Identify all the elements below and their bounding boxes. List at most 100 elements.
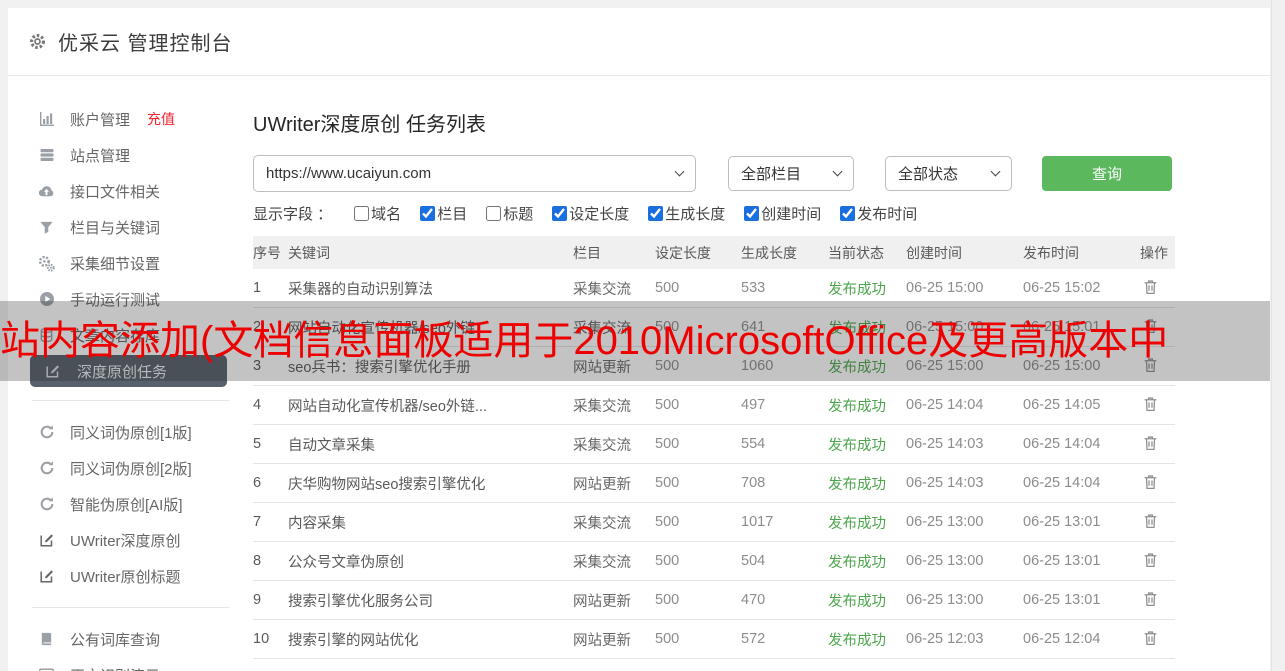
delete-task-button[interactable] xyxy=(1140,471,1161,496)
column-select-value: 全部栏目 xyxy=(741,166,802,183)
field-checkbox-设定长度[interactable]: 设定长度 xyxy=(552,203,629,224)
cell-published: 06-25 12:04 xyxy=(1023,631,1101,647)
cell-status: 发布成功 xyxy=(828,398,886,415)
field-checkbox-label: 创建时间 xyxy=(761,206,822,223)
sidebar-item-UWriter原创标题[interactable]: UWriter原创标题 xyxy=(8,558,253,594)
checkbox-input[interactable] xyxy=(552,206,568,221)
cell-no: 10 xyxy=(253,631,270,647)
cell-gen_len: 497 xyxy=(741,397,766,413)
checkbox-input[interactable] xyxy=(486,206,502,221)
app-title: 优采云 管理控制台 xyxy=(58,33,233,55)
chevron-down-icon xyxy=(674,166,685,177)
trash-icon xyxy=(1142,395,1159,413)
cell-keyword: 网站自动化宣传机器/seo外链... xyxy=(288,398,487,415)
site-select[interactable]: https://www.ucaiyun.com xyxy=(253,155,696,192)
table-header-cell: 操作 xyxy=(1140,244,1168,261)
cell-created: 06-25 12:03 xyxy=(906,631,984,647)
vertical-scrollbar[interactable] xyxy=(1271,0,1285,671)
table-row: 10 搜索引擎的网站优化 网站更新 500 572 发布成功 06-25 12:03 06-2… xyxy=(253,620,1175,659)
sidebar-item-接口文件相关[interactable]: 接口文件相关 xyxy=(8,173,253,209)
checkbox-input[interactable] xyxy=(840,206,856,221)
sidebar-item-账户管理[interactable]: 账户管理 充值 xyxy=(8,101,253,137)
refresh-icon xyxy=(38,424,55,440)
filter-icon xyxy=(38,220,55,235)
delete-task-button[interactable] xyxy=(1140,393,1161,418)
field-checkbox-label: 域名 xyxy=(371,206,402,223)
sidebar-item-label: 接口文件相关 xyxy=(70,183,161,201)
trash-icon xyxy=(1142,512,1159,530)
sidebar-item-同义词伪原创[1版][interactable]: 同义词伪原创[1版] xyxy=(8,414,253,450)
sidebar-item-label: 正文识别演示 xyxy=(70,665,160,671)
table-header-cell: 生成长度 xyxy=(741,244,797,261)
field-checkbox-域名[interactable]: 域名 xyxy=(354,203,401,224)
display-fields-row: 显示字段 ： 域名 栏目 标题 设定长度 生成长度 创建时间 发布时间 xyxy=(253,203,936,224)
field-checkbox-标题[interactable]: 标题 xyxy=(486,203,533,224)
cell-created: 06-25 14:03 xyxy=(906,475,984,491)
cell-column: 网站更新 xyxy=(573,593,631,610)
sidebar-item-label: 账户管理 xyxy=(70,111,131,129)
delete-task-button[interactable] xyxy=(1140,588,1161,613)
cell-status: 发布成功 xyxy=(828,593,886,610)
status-select[interactable]: 全部状态 xyxy=(885,156,1012,191)
field-checkbox-创建时间[interactable]: 创建时间 xyxy=(744,203,821,224)
field-checkbox-label: 标题 xyxy=(503,206,534,223)
trash-icon xyxy=(1142,278,1159,296)
sidebar-item-公有词库查询[interactable]: 公有词库查询 xyxy=(8,621,253,657)
field-checkbox-label: 发布时间 xyxy=(857,206,918,223)
cell-set_len: 500 xyxy=(655,514,680,530)
cell-column: 采集交流 xyxy=(573,281,631,298)
sidebar-item-同义词伪原创[2版][interactable]: 同义词伪原创[2版] xyxy=(8,450,253,486)
cell-created: 06-25 15:00 xyxy=(906,280,984,296)
cell-published: 06-25 14:04 xyxy=(1023,436,1101,452)
cell-set_len: 500 xyxy=(655,397,680,413)
table-header-cell: 设定长度 xyxy=(655,244,711,261)
display-fields-options: 域名 栏目 标题 设定长度 生成长度 创建时间 发布时间 xyxy=(354,203,936,224)
cell-created: 06-25 13:00 xyxy=(906,553,984,569)
cell-status: 发布成功 xyxy=(828,554,886,571)
table-header-cell: 栏目 xyxy=(573,244,601,261)
trash-icon xyxy=(1142,473,1159,491)
sidebar-item-label: UWriter原创标题 xyxy=(70,568,181,586)
top-header: 优采云 管理控制台 xyxy=(8,8,1270,76)
query-button[interactable]: 查询 xyxy=(1042,156,1172,191)
trash-icon xyxy=(1142,629,1159,647)
delete-task-button[interactable] xyxy=(1140,627,1161,652)
marquee-text: 站内容添加(文档信息面板适用于2010MicrosoftOffice及更高版本中 xyxy=(0,319,1169,363)
sidebar-item-UWriter深度原创[interactable]: UWriter深度原创 xyxy=(8,522,253,558)
column-select[interactable]: 全部栏目 xyxy=(728,156,854,191)
table-header-cell: 创建时间 xyxy=(906,244,962,261)
chevron-down-icon xyxy=(990,166,1001,177)
recharge-badge[interactable]: 充值 xyxy=(147,109,175,129)
checkbox-input[interactable] xyxy=(648,206,664,221)
sidebar-divider xyxy=(32,400,229,401)
status-select-value: 全部状态 xyxy=(898,166,959,183)
delete-task-button[interactable] xyxy=(1140,432,1161,457)
checkbox-input[interactable] xyxy=(354,206,370,221)
cell-column: 采集交流 xyxy=(573,398,631,415)
sidebar-item-正文识别演示[interactable]: 正文识别演示 xyxy=(8,657,253,671)
table-row: 8 公众号文章伪原创 采集交流 500 504 发布成功 06-25 13:00 06-25 … xyxy=(253,542,1175,581)
delete-task-button[interactable] xyxy=(1140,276,1161,301)
field-checkbox-栏目[interactable]: 栏目 xyxy=(420,203,467,224)
delete-task-button[interactable] xyxy=(1140,510,1161,535)
cell-gen_len: 470 xyxy=(741,592,766,608)
sidebar-item-智能伪原创[AI版][interactable]: 智能伪原创[AI版] xyxy=(8,486,253,522)
checkbox-input[interactable] xyxy=(744,206,760,221)
bar-chart-icon xyxy=(38,111,55,127)
checkbox-input[interactable] xyxy=(420,206,436,221)
sidebar-item-label: UWriter深度原创 xyxy=(70,532,181,550)
cell-published: 06-25 14:04 xyxy=(1023,475,1101,491)
cell-created: 06-25 14:04 xyxy=(906,397,984,413)
cell-no: 7 xyxy=(253,514,262,530)
delete-task-button[interactable] xyxy=(1140,549,1161,574)
sidebar-item-站点管理[interactable]: 站点管理 xyxy=(8,137,253,173)
field-checkbox-生成长度[interactable]: 生成长度 xyxy=(648,203,725,224)
cell-gen_len: 504 xyxy=(741,553,766,569)
cell-gen_len: 572 xyxy=(741,631,766,647)
edit-icon xyxy=(38,568,55,584)
field-checkbox-发布时间[interactable]: 发布时间 xyxy=(840,203,917,224)
marquee-overlay-band: 站内容添加(文档信息面板适用于2010MicrosoftOffice及更高版本中 xyxy=(0,301,1270,381)
sidebar-item-采集细节设置[interactable]: 采集细节设置 xyxy=(8,245,253,281)
table-header-cell: 序号 xyxy=(253,244,281,261)
sidebar-item-栏目与关键词[interactable]: 栏目与关键词 xyxy=(8,209,253,245)
